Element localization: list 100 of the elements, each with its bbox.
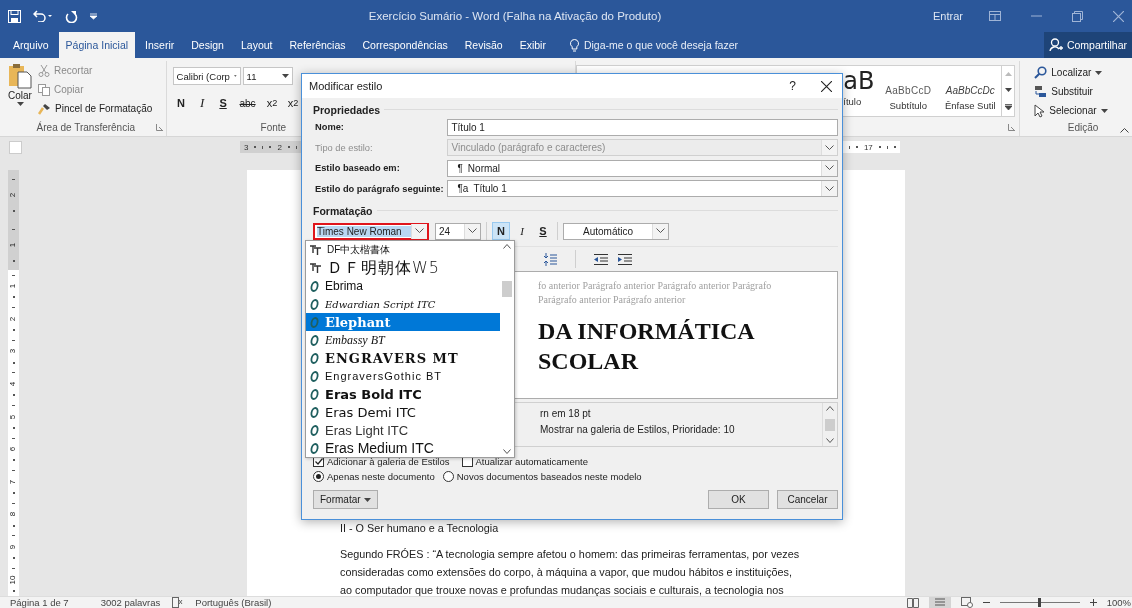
editing-button[interactable]: Substituir <box>1034 82 1132 101</box>
slider-thumb[interactable] <box>1038 598 1042 607</box>
scroll-up-icon[interactable] <box>503 244 511 249</box>
style-item[interactable]: AaBbCcDc Ênfase Sutil <box>939 66 1002 116</box>
customize-icon[interactable] <box>90 12 97 20</box>
more-icon[interactable] <box>1004 104 1012 110</box>
scroll-down-icon[interactable] <box>826 438 834 443</box>
font-format-button[interactable]: abc <box>235 93 260 113</box>
radio-button[interactable] <box>313 471 324 482</box>
decrease-indent-icon[interactable] <box>594 253 608 265</box>
ribbon-tab[interactable]: Arquivo <box>6 32 56 58</box>
opentype-icon <box>310 280 319 292</box>
redo-icon[interactable] <box>65 9 78 23</box>
ribbon-tab[interactable]: Revisão <box>457 32 510 58</box>
ribbon-display-icon[interactable] <box>989 11 1001 21</box>
chevron-down-icon <box>656 228 665 234</box>
font-size-combo[interactable]: 11 <box>242 67 293 85</box>
font-name-combo[interactable]: Calibri (Corp <box>172 67 241 85</box>
paste-button[interactable]: Colar <box>6 61 34 118</box>
input-field[interactable]: Título 1 <box>447 118 838 136</box>
page-count[interactable]: Página 1 de 7 <box>10 597 69 608</box>
truetype-icon <box>310 263 321 273</box>
radio-option[interactable]: Novos documentos baseados neste modelo <box>442 471 642 482</box>
scissors-icon <box>38 64 50 77</box>
caret-icon <box>1095 70 1103 75</box>
vertical-ruler: 2 1 1 2 3 4 5 6 7 8 9 10 <box>8 170 19 596</box>
ribbon-tab[interactable]: Página Inicial <box>58 32 136 58</box>
restore-icon[interactable] <box>1072 10 1083 22</box>
color-combo[interactable]: Automático <box>563 222 669 240</box>
font-option[interactable]: Eras Light ITC <box>306 421 500 439</box>
sign-in-link[interactable]: Entrar <box>933 10 963 22</box>
font-format-button[interactable]: I <box>193 93 211 113</box>
font-option[interactable]: DF中太楷書体 <box>306 241 500 259</box>
web-layout-icon[interactable] <box>960 597 973 608</box>
font-option[interactable]: ＤＦ明朝体W5 <box>306 259 500 277</box>
format-toggle[interactable]: S <box>534 222 552 240</box>
ribbon-tab[interactable]: Correspondências <box>355 32 455 58</box>
font-option[interactable]: EngraversGothic BT <box>306 367 500 385</box>
dialog-launcher-icon[interactable] <box>1008 124 1016 131</box>
share-button[interactable]: Compartilhar <box>1043 32 1132 58</box>
font-option[interactable]: Edwardian Script ITC <box>306 295 500 313</box>
paintbrush-icon <box>38 102 51 115</box>
pointer-icon <box>1034 103 1046 118</box>
font-option[interactable]: Eras Bold ITC <box>306 385 500 403</box>
field-label: Nome: <box>315 122 345 133</box>
undo-icon[interactable] <box>33 10 53 22</box>
font-option[interactable]: ENGRAVERS MT <box>306 349 500 367</box>
checkmark-icon <box>314 458 323 465</box>
read-mode-icon[interactable] <box>906 597 919 608</box>
increase-indent-icon[interactable] <box>618 253 632 265</box>
scroll-down-icon[interactable] <box>503 449 511 454</box>
scroll-up-icon[interactable] <box>826 406 834 411</box>
scrollbar-thumb[interactable] <box>825 418 835 431</box>
editing-button[interactable]: Localizar <box>1034 63 1132 82</box>
dropdown-field[interactable]: ¶a Título 1 <box>447 180 838 198</box>
font-option[interactable]: Elephant <box>306 313 500 331</box>
editing-button[interactable]: Selecionar <box>1034 101 1132 120</box>
paragraph-spacing-icon[interactable] <box>543 252 557 266</box>
help-button[interactable]: ? <box>789 79 796 93</box>
font-combo[interactable]: Times New Roman <box>313 222 429 240</box>
ribbon-tab[interactable]: Exibir <box>512 32 553 58</box>
chevron-down-icon <box>825 144 834 151</box>
font-option[interactable]: Eras Medium ITC <box>306 439 500 457</box>
size-combo[interactable]: 24 <box>435 222 481 240</box>
collapse-ribbon-icon[interactable] <box>1120 127 1129 133</box>
zoom-level[interactable]: 100% <box>1106 597 1131 608</box>
ribbon-tab[interactable]: Referências <box>282 32 353 58</box>
print-layout-icon[interactable] <box>928 597 951 608</box>
dialog-title: Modificar estilo <box>309 80 384 92</box>
ribbon-tab[interactable]: Layout <box>233 32 280 58</box>
scrollbar-thumb[interactable] <box>502 281 512 297</box>
format-menu-button[interactable]: Formatar <box>313 490 378 509</box>
font-option[interactable]: Eras Demi ITC <box>306 403 500 421</box>
language-status[interactable]: Português (Brasil) <box>195 597 272 608</box>
replace-icon <box>1034 85 1048 98</box>
radio-button[interactable] <box>442 471 454 482</box>
format-toggle[interactable]: I <box>513 222 531 240</box>
tell-me-field[interactable]: Diga-me o que você deseja fazer <box>583 39 739 51</box>
ok-button[interactable]: OK <box>708 490 769 509</box>
style-item[interactable]: AaBbCcD Subtítulo <box>877 66 940 116</box>
zoom-in-icon[interactable] <box>1089 599 1097 606</box>
dropdown-field[interactable]: ¶ Normal <box>447 159 838 177</box>
caret-icon <box>363 497 371 502</box>
dialog-launcher-icon[interactable] <box>155 124 163 131</box>
save-icon[interactable] <box>8 9 21 23</box>
format-painter-button[interactable]: Pincel de Formatação <box>38 99 153 118</box>
font-option[interactable]: Ebrima <box>306 277 500 295</box>
ribbon-tab[interactable]: Design <box>184 32 231 58</box>
section-label: Propriedades <box>313 103 381 116</box>
radio-option[interactable]: Apenas neste documento <box>313 471 435 482</box>
font-format-button[interactable]: N <box>172 93 190 113</box>
word-count[interactable]: 3002 palavras <box>100 597 161 608</box>
font-format-button[interactable]: S <box>214 93 232 113</box>
cancel-button[interactable]: Cancelar <box>777 490 838 509</box>
format-toggle[interactable]: N <box>492 222 510 240</box>
close-icon[interactable] <box>821 80 832 92</box>
chevron-down-icon <box>468 228 477 234</box>
proofing-icon[interactable] <box>172 597 184 608</box>
font-option[interactable]: Embassy BT <box>306 331 500 349</box>
ribbon-tab[interactable]: Inserir <box>138 32 182 58</box>
